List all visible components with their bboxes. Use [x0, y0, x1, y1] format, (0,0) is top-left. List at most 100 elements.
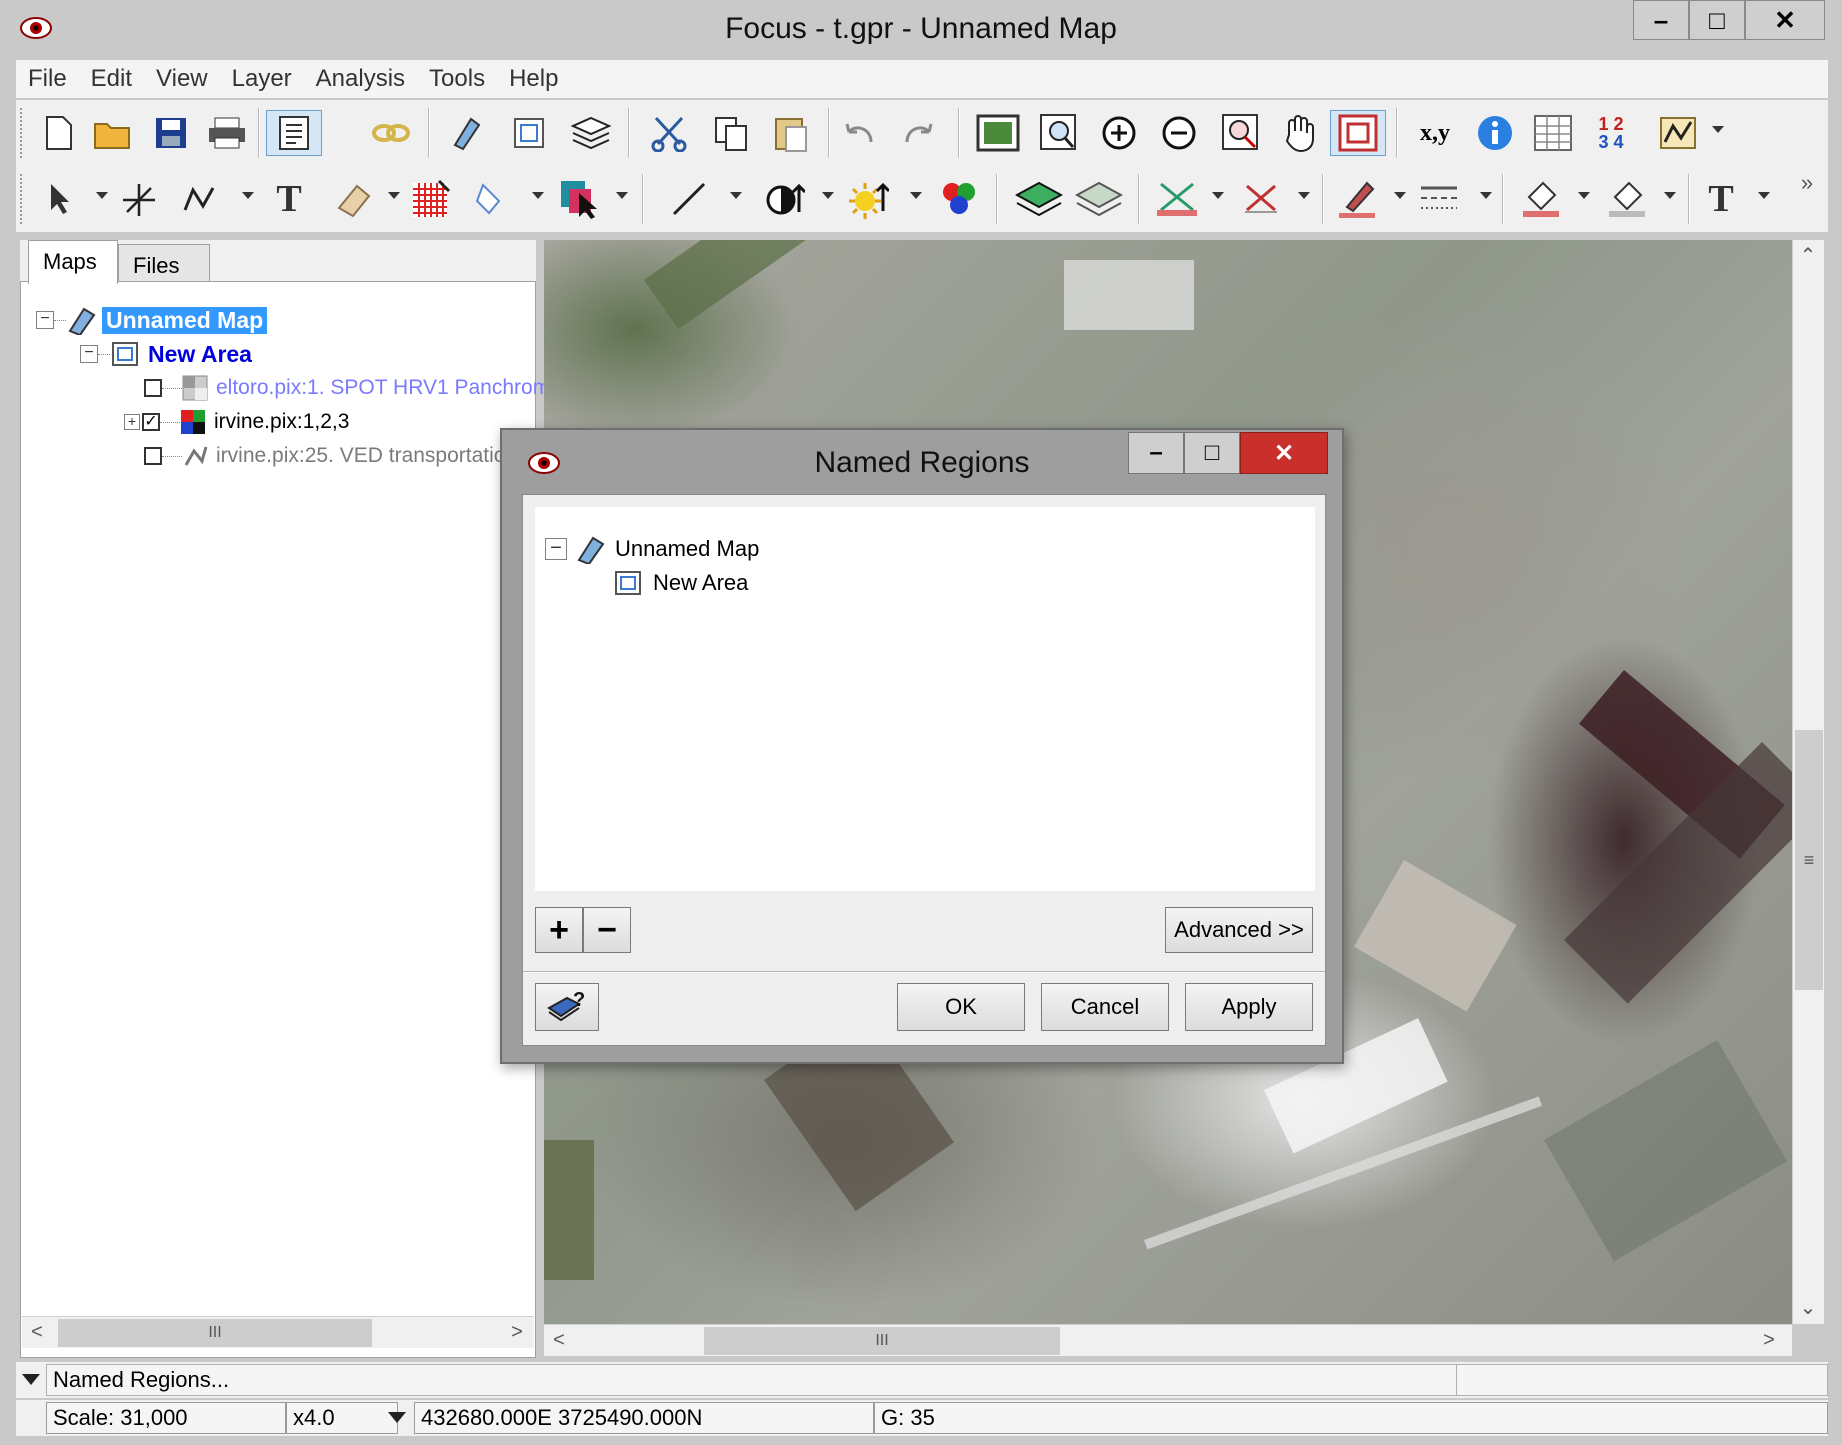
menu-tools[interactable]: Tools: [417, 65, 497, 93]
open-folder-icon[interactable]: [90, 110, 136, 156]
status-dropdown-icon[interactable]: [22, 1374, 40, 1385]
copy-icon[interactable]: [708, 110, 754, 156]
new-file-icon[interactable]: [36, 110, 82, 156]
region-collapse-toggle[interactable]: −: [545, 538, 567, 560]
zoom-in-icon[interactable]: [1096, 110, 1142, 156]
advanced-button[interactable]: Advanced >>: [1165, 907, 1313, 953]
pen-dropdown-arrow[interactable]: [1394, 192, 1406, 199]
map-view-icon[interactable]: [266, 110, 322, 156]
layer-label[interactable]: eltoro.pix:1. SPOT HRV1 Panchromatic: [216, 376, 583, 400]
vscroll-thumb[interactable]: ≡: [1795, 730, 1823, 990]
line-icon[interactable]: [666, 176, 712, 222]
minimize-button[interactable]: –: [1633, 0, 1689, 40]
menu-help[interactable]: Help: [497, 65, 570, 93]
fill-color-dropdown-arrow[interactable]: [1578, 192, 1590, 199]
scroll-thumb[interactable]: III: [704, 1327, 1060, 1355]
select-arrow-icon[interactable]: [36, 176, 82, 222]
fill-color-2-dropdown-arrow[interactable]: [1664, 192, 1676, 199]
cursor-dropdown-arrow[interactable]: [616, 192, 628, 199]
fill-icon[interactable]: [468, 176, 514, 222]
collapse-toggle-area[interactable]: −: [80, 345, 98, 363]
grid-icon[interactable]: [408, 176, 454, 222]
layer-checkbox[interactable]: [144, 447, 162, 465]
menu-layer[interactable]: Layer: [220, 65, 304, 93]
zoom-out-icon[interactable]: [1156, 110, 1202, 156]
toolbar-grip[interactable]: [20, 108, 24, 158]
dialog-maximize-button[interactable]: □: [1184, 432, 1240, 474]
chart-icon[interactable]: [1656, 110, 1702, 156]
scroll-left-arrow[interactable]: <: [544, 1325, 574, 1355]
coords-dropdown-icon[interactable]: [388, 1412, 406, 1423]
overflow-chevron-icon[interactable]: »: [1792, 168, 1822, 198]
line-style-dropdown-arrow[interactable]: [1480, 192, 1492, 199]
chart-dropdown-arrow[interactable]: [1712, 126, 1724, 133]
region-area-label[interactable]: New Area: [653, 570, 748, 596]
status-scale[interactable]: Scale: 31,000: [46, 1402, 286, 1434]
intersect-icon[interactable]: [1152, 176, 1202, 222]
contrast-dropdown-arrow[interactable]: [822, 192, 834, 199]
print-icon[interactable]: [204, 110, 250, 156]
tree-row-layer-3[interactable]: irvine.pix:25. VED transportation: [144, 440, 517, 472]
tree-area-label[interactable]: New Area: [148, 341, 252, 368]
brightness-icon[interactable]: [846, 176, 892, 222]
paste-icon[interactable]: [768, 110, 814, 156]
map-horizontal-scrollbar[interactable]: < III >: [544, 1324, 1792, 1356]
layer-label[interactable]: irvine.pix:25. VED transportation: [216, 444, 517, 468]
undo-icon[interactable]: [836, 110, 882, 156]
pen-icon[interactable]: [1334, 176, 1380, 222]
layer-up-icon[interactable]: [1012, 176, 1066, 222]
text-style-dropdown-arrow[interactable]: [1758, 192, 1770, 199]
layer-checkbox[interactable]: [144, 379, 162, 397]
link-icon[interactable]: [368, 110, 414, 156]
scroll-down-arrow[interactable]: ⌄: [1793, 1292, 1823, 1322]
layer-label[interactable]: irvine.pix:1,2,3: [214, 410, 349, 434]
select-cursor-icon[interactable]: [556, 176, 602, 222]
add-region-button[interactable]: +: [535, 907, 583, 953]
intersect-dropdown-arrow[interactable]: [1212, 192, 1224, 199]
layers-icon[interactable]: [568, 110, 614, 156]
info-icon[interactable]: [1472, 110, 1518, 156]
menu-file[interactable]: File: [16, 65, 79, 93]
apply-button[interactable]: Apply: [1185, 983, 1313, 1031]
close-button[interactable]: ✕: [1745, 0, 1825, 40]
scroll-right-arrow[interactable]: >: [1754, 1325, 1784, 1355]
dialog-minimize-button[interactable]: –: [1128, 432, 1184, 474]
coordinates-icon[interactable]: x,y: [1410, 110, 1460, 156]
new-area-icon[interactable]: [506, 110, 552, 156]
line-style-icon[interactable]: [1416, 176, 1462, 222]
tab-files[interactable]: Files: [118, 244, 210, 282]
dialog-close-button[interactable]: ✕: [1240, 432, 1328, 474]
expand-toggle[interactable]: +: [124, 414, 140, 430]
layer-checkbox-checked[interactable]: ✓: [142, 413, 160, 431]
region-tree[interactable]: − Unnamed Map New Area: [535, 507, 1315, 891]
cross-dropdown-arrow[interactable]: [1298, 192, 1310, 199]
menu-analysis[interactable]: Analysis: [304, 65, 417, 93]
redo-icon[interactable]: [896, 110, 942, 156]
pan-hand-icon[interactable]: [1276, 110, 1322, 156]
collapse-toggle[interactable]: −: [36, 311, 54, 329]
tree-row-layer-1[interactable]: eltoro.pix:1. SPOT HRV1 Panchromatic: [144, 372, 583, 404]
tree-row-map[interactable]: − Unnamed Map: [36, 304, 268, 336]
layer-down-icon[interactable]: [1072, 176, 1126, 222]
text-style-icon[interactable]: T: [1698, 176, 1744, 222]
numbers-icon[interactable]: 1 2 3 4: [1588, 110, 1634, 156]
tree-row-layer-2[interactable]: + ✓ irvine.pix:1,2,3: [124, 406, 349, 438]
zoom-layer-icon[interactable]: [1218, 110, 1264, 156]
text-tool-icon[interactable]: T: [266, 176, 312, 222]
cut-icon[interactable]: [646, 110, 692, 156]
status-zoom[interactable]: x4.0: [286, 1402, 398, 1434]
cancel-button[interactable]: Cancel: [1041, 983, 1169, 1031]
toolbar-grip-2[interactable]: [20, 174, 24, 224]
tab-maps[interactable]: Maps: [28, 240, 118, 284]
scroll-right-arrow[interactable]: >: [502, 1317, 532, 1347]
overview-icon[interactable]: [1330, 110, 1386, 156]
fill-color-2-icon[interactable]: [1604, 176, 1650, 222]
tree-map-label[interactable]: Unnamed Map: [102, 306, 268, 334]
remove-region-button[interactable]: −: [583, 907, 631, 953]
fill-color-icon[interactable]: [1518, 176, 1564, 222]
eraser-dropdown-arrow[interactable]: [388, 192, 400, 199]
cross-icon[interactable]: [1238, 176, 1284, 222]
map-vertical-scrollbar[interactable]: ⌃ ≡ ⌄: [1792, 240, 1824, 1324]
save-icon[interactable]: [148, 110, 194, 156]
region-tree-map[interactable]: − Unnamed Map: [545, 533, 759, 565]
